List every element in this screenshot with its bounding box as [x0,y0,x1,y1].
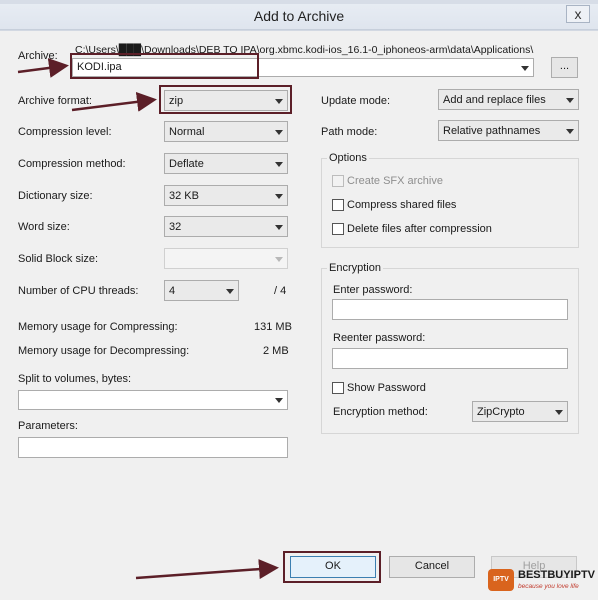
annotation-arrows [17,58,279,580]
arrow-to-ok-button-icon [135,559,279,580]
bestbuyiptv-logo: IPTV BESTBUYIPTV because you love life [488,566,596,596]
tv-icon: IPTV [488,569,514,591]
arrow-to-archive-format-icon [71,91,157,112]
arrow-to-archive-name-icon [17,58,69,78]
logo-brand: BESTBUYIPTV [518,569,596,581]
logo-tagline: because you love life [518,583,579,590]
